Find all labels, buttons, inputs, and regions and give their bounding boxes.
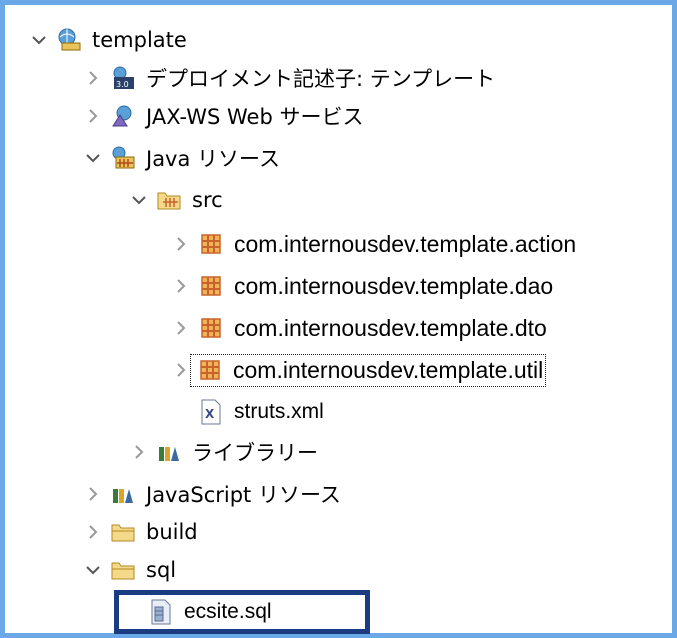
tree-item-label: com.internousdev.template.action — [234, 230, 577, 257]
tree-item-label: ライブラリー — [192, 441, 318, 465]
library-icon — [156, 439, 182, 465]
expand-arrow-icon[interactable] — [84, 560, 102, 580]
package-icon — [198, 315, 224, 341]
highlight-box — [114, 590, 370, 634]
svg-text:3.0: 3.0 — [116, 80, 129, 89]
xml-file-icon: X — [198, 399, 224, 425]
tree-item-label: JAX-WS Web サービス — [146, 105, 364, 129]
tree-item-label: デプロイメント記述子: テンプレート — [146, 67, 496, 91]
collapse-arrow-icon[interactable] — [172, 318, 190, 338]
svg-text:X: X — [205, 407, 215, 421]
tree-item-package-dto[interactable]: com.internousdev.template.dto — [172, 308, 547, 348]
tree-item-java-resources[interactable]: Java リソース — [84, 138, 280, 178]
window-frame-top — [0, 0, 677, 5]
collapse-arrow-icon[interactable] — [172, 276, 190, 296]
expand-arrow-icon[interactable] — [130, 190, 148, 210]
tree-item-jax-ws[interactable]: JAX-WS Web サービス — [84, 96, 364, 136]
web-project-icon — [56, 27, 82, 53]
folder-icon — [110, 519, 136, 545]
collapse-arrow-icon[interactable] — [130, 442, 148, 462]
expand-arrow-icon[interactable] — [84, 148, 102, 168]
collapse-arrow-icon[interactable] — [172, 360, 190, 380]
tree-item-label: src — [192, 188, 223, 212]
web-services-icon — [110, 103, 136, 129]
tree-item-package-util[interactable]: com.internousdev.template.util — [172, 350, 547, 390]
collapse-arrow-icon[interactable] — [84, 522, 102, 542]
tree-item-package-dao[interactable]: com.internousdev.template.dao — [172, 266, 553, 306]
java-resources-icon — [110, 145, 136, 171]
tree-item-template[interactable]: template — [30, 20, 187, 60]
tree-item-library[interactable]: ライブラリー — [130, 432, 318, 472]
folder-icon — [110, 557, 136, 583]
collapse-arrow-icon[interactable] — [84, 68, 102, 88]
window-frame-left — [0, 0, 5, 638]
collapse-arrow-icon[interactable] — [84, 484, 102, 504]
tree-item-sql[interactable]: sql — [84, 550, 176, 590]
package-icon — [198, 231, 224, 257]
tree-item-label: Java リソース — [146, 147, 280, 171]
tree-item-label: build — [146, 520, 198, 544]
tree-item-build[interactable]: build — [84, 512, 198, 552]
package-icon — [198, 273, 224, 299]
library-icon — [110, 481, 136, 507]
tree-item-label: sql — [146, 558, 177, 582]
tree-item-javascript-resources[interactable]: JavaScript リソース — [84, 474, 341, 514]
tree-item-label: JavaScript リソース — [146, 483, 341, 507]
tree-item-label: com.internousdev.template.dto — [234, 314, 547, 341]
window-frame-right — [672, 0, 677, 638]
tree-item-struts-xml[interactable]: X struts.xml — [190, 392, 324, 432]
tree-item-label: struts.xml — [234, 400, 324, 423]
tree-item-src[interactable]: src — [130, 180, 223, 220]
tree-item-package-action[interactable]: com.internousdev.template.action — [172, 224, 576, 264]
tree-item-label: com.internousdev.template.dao — [234, 272, 554, 299]
source-folder-icon — [156, 187, 182, 213]
collapse-arrow-icon[interactable] — [84, 106, 102, 126]
tree-item-label: template — [92, 28, 187, 52]
tree-item-deployment-descriptor[interactable]: 3.0 デプロイメント記述子: テンプレート — [84, 58, 495, 98]
focus-outline: com.internousdev.template.util — [190, 353, 547, 387]
tree-item-label: com.internousdev.template.util — [233, 356, 544, 383]
collapse-arrow-icon[interactable] — [172, 234, 190, 254]
expand-arrow-icon[interactable] — [30, 30, 48, 50]
package-icon — [197, 357, 223, 383]
deployment-descriptor-icon: 3.0 — [110, 65, 136, 91]
